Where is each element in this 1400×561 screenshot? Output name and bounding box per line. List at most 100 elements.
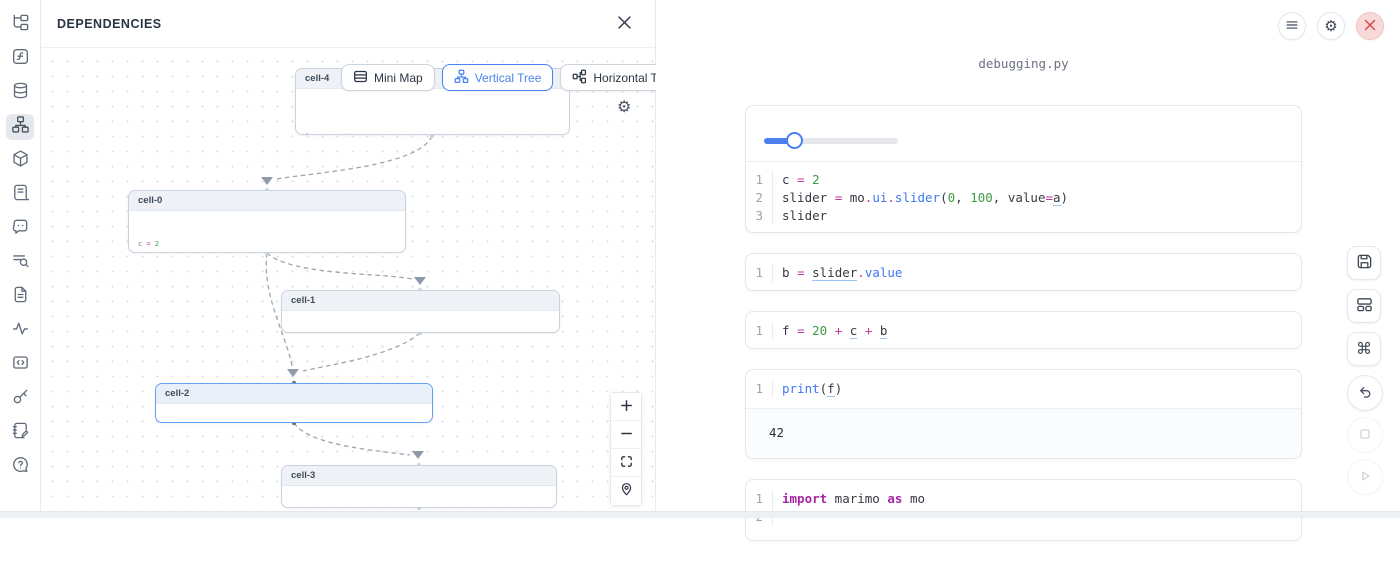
- sidebar-item-chat[interactable]: [6, 216, 34, 242]
- sidebar-item-secrets[interactable]: [6, 386, 34, 412]
- command-icon: ⌘: [1356, 339, 1372, 359]
- graph-settings-button[interactable]: ⚙: [617, 100, 631, 116]
- notebook-side-actions: ⌘: [1347, 246, 1383, 501]
- slider-thumb[interactable]: [786, 132, 803, 149]
- sidebar-item-packages[interactable]: [6, 148, 34, 174]
- list-search-icon: [11, 251, 30, 275]
- gear-icon: ⚙: [617, 99, 631, 116]
- sidebar-item-outline[interactable]: [6, 250, 34, 276]
- line-number: 1: [746, 380, 772, 398]
- graph-node-cell-0[interactable]: cell-0 c = 2 slider = mo.ui.slider(0, 10…: [128, 190, 406, 253]
- zoom-in-button[interactable]: [611, 393, 641, 421]
- pin-button[interactable]: [611, 477, 641, 505]
- sidebar-item-variables[interactable]: [6, 46, 34, 72]
- line-number: 3: [746, 207, 772, 225]
- line-number: 1: [746, 171, 772, 189]
- code-editor[interactable]: 1f = 20 + c + b: [746, 312, 1301, 349]
- undo-icon: [1357, 384, 1373, 403]
- zoom-out-button[interactable]: [611, 421, 641, 449]
- menu-button[interactable]: [1278, 12, 1306, 40]
- close-icon: [1364, 19, 1376, 34]
- dependency-graph-icon: [11, 115, 30, 139]
- dependencies-panel: DEPENDENCIES: [41, 0, 656, 511]
- file-text-icon: [11, 285, 30, 309]
- cells-column: 1c = 2 2slider = mo.ui.slider(0, 100, va…: [745, 105, 1302, 561]
- sidebar-item-file-explorer[interactable]: [6, 12, 34, 38]
- code-editor[interactable]: 1c = 2 2slider = mo.ui.slider(0, 100, va…: [746, 161, 1301, 233]
- code-editor[interactable]: 1import marimo as mo 2: [746, 480, 1301, 536]
- play-icon: [1357, 468, 1373, 487]
- run-button[interactable]: [1347, 459, 1383, 495]
- sidebar-item-dependencies[interactable]: [6, 114, 34, 140]
- horizontal-tree-icon: [572, 69, 587, 87]
- cell-f[interactable]: 1f = 20 + c + b: [745, 311, 1302, 349]
- panel-title: DEPENDENCIES: [57, 17, 162, 31]
- sidebar-item-scratchpad[interactable]: [6, 420, 34, 446]
- node-code: import marimo as mo a = 20: [296, 89, 569, 135]
- graph-view-toolbar: Mini Map Vertical Tree Horizontal Tree: [341, 64, 656, 91]
- hamburger-icon: [1285, 18, 1299, 35]
- horizontal-scrollbar[interactable]: [0, 511, 1400, 518]
- shutdown-button[interactable]: [1356, 12, 1384, 40]
- sidebar-item-help[interactable]: [6, 454, 34, 480]
- cell-slider[interactable]: 1c = 2 2slider = mo.ui.slider(0, 100, va…: [745, 105, 1302, 233]
- cell-print[interactable]: 1print(f) 42: [745, 369, 1302, 459]
- undo-button[interactable]: [1347, 375, 1383, 411]
- icon-rail: [0, 0, 41, 511]
- code-editor[interactable]: 1b = slider.value: [746, 254, 1301, 291]
- graph-node-cell-2[interactable]: cell-2 f = 20 + c + b: [155, 383, 433, 423]
- key-icon: [11, 387, 30, 411]
- line-number: 1: [746, 322, 772, 340]
- sidebar-item-logs[interactable]: [6, 182, 34, 208]
- node-title: cell-3: [282, 466, 556, 486]
- layout-icon: [1356, 296, 1373, 316]
- sidebar-item-documentation[interactable]: [6, 284, 34, 310]
- sidebar-item-snippets[interactable]: [6, 352, 34, 378]
- minus-icon: [619, 426, 634, 444]
- function-square-icon: [11, 47, 30, 71]
- node-title: cell-1: [282, 291, 559, 311]
- node-code: b = slider.value: [282, 311, 559, 333]
- node-title: cell-2: [156, 384, 432, 404]
- close-icon: [618, 16, 631, 32]
- sidebar-item-datasources[interactable]: [6, 80, 34, 106]
- cell-b[interactable]: 1b = slider.value: [745, 253, 1302, 291]
- plus-icon: [619, 398, 634, 416]
- node-title: cell-0: [129, 191, 405, 211]
- vertical-tree-icon: [454, 69, 469, 87]
- top-right-actions: ⚙: [1278, 12, 1384, 40]
- settings-button[interactable]: ⚙: [1317, 12, 1345, 40]
- marimo-app: DEPENDENCIES: [0, 0, 1400, 518]
- node-code: c = 2 slider = mo.ui.slider(0, 100, valu…: [129, 211, 405, 253]
- gear-icon: ⚙: [1324, 17, 1337, 35]
- dependency-graph-canvas[interactable]: cell-4 import marimo as mo a = 20 cell-0…: [41, 48, 656, 511]
- sidebar-item-tracing[interactable]: [6, 318, 34, 344]
- graph-zoom-controls: [610, 392, 642, 506]
- activity-icon: [11, 319, 30, 343]
- code-brackets-icon: [11, 353, 30, 377]
- code-editor[interactable]: 1print(f): [746, 370, 1301, 408]
- horizontal-tree-button[interactable]: Horizontal Tree: [560, 64, 656, 91]
- slider-widget[interactable]: [764, 132, 898, 149]
- cell-import[interactable]: 1import marimo as mo 2: [745, 479, 1302, 541]
- fit-view-button[interactable]: [611, 449, 641, 477]
- graph-node-cell-1[interactable]: cell-1 b = slider.value: [281, 290, 560, 333]
- stop-icon: [1357, 426, 1373, 445]
- chat-bot-icon: [11, 217, 30, 241]
- notebook-filename[interactable]: debugging.py: [745, 56, 1302, 71]
- layout-button[interactable]: [1347, 289, 1381, 323]
- stop-button[interactable]: [1347, 417, 1383, 453]
- pin-icon: [619, 482, 634, 500]
- graph-node-cell-3[interactable]: cell-3 print(f): [281, 465, 557, 508]
- close-panel-button[interactable]: [614, 12, 635, 36]
- vertical-tree-button[interactable]: Vertical Tree: [442, 64, 554, 91]
- database-icon: [11, 81, 30, 105]
- notebook-pen-icon: [11, 421, 30, 445]
- package-box-icon: [11, 149, 30, 173]
- command-palette-button[interactable]: ⌘: [1347, 332, 1381, 366]
- node-code: print(f): [282, 486, 556, 508]
- minimap-button[interactable]: Mini Map: [341, 64, 435, 91]
- save-button[interactable]: [1347, 246, 1381, 280]
- rows-icon: [353, 69, 368, 87]
- scroll-icon: [11, 183, 30, 207]
